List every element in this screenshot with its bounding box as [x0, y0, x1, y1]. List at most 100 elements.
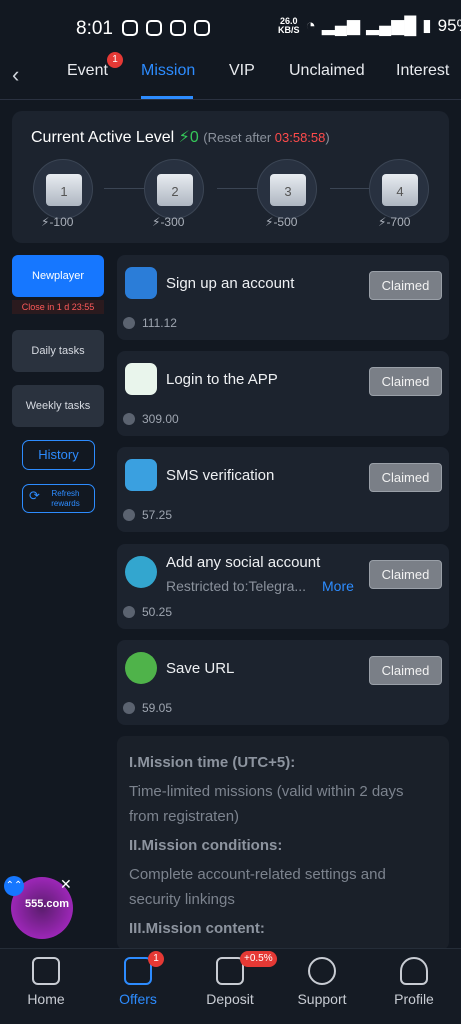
rupee-icon — [123, 317, 135, 329]
refresh-icon: ⟳ — [29, 488, 40, 503]
refresh-rewards-button[interactable]: ⟳ Refresh rewards — [22, 484, 95, 513]
tab-vip[interactable]: VIP — [229, 62, 255, 80]
chest-label: ⚡-500 — [265, 215, 298, 229]
nav-support[interactable]: Support — [287, 957, 357, 1007]
tab-event[interactable]: Event — [67, 62, 108, 80]
nav-label: Offers — [119, 991, 157, 1007]
status-time: 8:01 — [76, 18, 113, 39]
task-card: SMS verification Claimed 57.25 — [117, 447, 449, 532]
claimed-button[interactable]: Claimed — [369, 271, 442, 300]
notification-icons — [122, 20, 210, 36]
claimed-button[interactable]: Claimed — [369, 367, 442, 396]
claimed-button[interactable]: Claimed — [369, 463, 442, 492]
battery-icon: ▮ — [422, 16, 432, 35]
tab-mission[interactable]: Mission — [141, 62, 195, 80]
wifi-icon: ◔ — [305, 16, 316, 35]
promo-label: 555.com — [25, 898, 70, 910]
level-chest-1[interactable]: 1 — [33, 159, 93, 219]
task-reward: 59.05 — [142, 701, 173, 715]
task-restriction: Restricted to:Telegra... — [166, 578, 307, 594]
rupee-icon — [123, 606, 135, 618]
task-reward: 111.12 — [142, 316, 177, 330]
level-chest-3[interactable]: 3 — [257, 159, 317, 219]
battery-level: 95% — [437, 16, 461, 35]
rules-heading: III.Mission content: — [129, 920, 265, 937]
nav-label: Home — [27, 991, 65, 1007]
bottom-navigation: Home Offers 1 Deposit +0.5% Support Prof… — [0, 948, 461, 1024]
claimed-button[interactable]: Claimed — [369, 560, 442, 589]
reset-timer: 03:58:58 — [274, 130, 326, 145]
sidebar-item-weekly[interactable]: Weekly tasks — [12, 385, 104, 427]
network-speed: 26.0 KB/S — [278, 16, 300, 35]
status-right: 26.0 KB/S ◔ ▂▄▆ ▂▄▆█ ▮ 95% — [278, 16, 461, 36]
chest-icon: 4 — [382, 174, 418, 206]
phone-login-icon — [125, 363, 157, 395]
www-globe-icon — [125, 652, 157, 684]
sidebar-item-newplayer[interactable]: Newplayer — [12, 255, 104, 297]
sidebar-item-daily[interactable]: Daily tasks — [12, 330, 104, 372]
nav-home[interactable]: Home — [11, 957, 81, 1007]
offers-badge: 1 — [148, 951, 164, 967]
mission-rules: I.Mission time (UTC+5): Time-limited mis… — [117, 736, 449, 950]
close-icon[interactable]: ✕ — [60, 876, 72, 893]
level-heading: Current Active Level ⚡0 (Reset after 03:… — [31, 127, 330, 147]
nav-label: Profile — [394, 991, 434, 1007]
facebook-icon — [194, 20, 210, 36]
active-tab-indicator — [141, 96, 193, 99]
chest-label: ⚡-700 — [378, 215, 411, 229]
signal-icon: ▂▄▆ — [321, 16, 360, 35]
task-card: Sign up an account Claimed 111.12 — [117, 255, 449, 340]
task-title: Sign up an account — [166, 275, 295, 292]
shield-phone-icon — [125, 459, 157, 491]
level-chest-4[interactable]: 4 — [369, 159, 429, 219]
instagram-icon — [146, 20, 162, 36]
history-button[interactable]: History — [22, 440, 95, 470]
task-title: Login to the APP — [166, 371, 278, 388]
rules-text: Time-limited missions (valid within 2 da… — [129, 783, 404, 825]
deposit-bonus-badge: +0.5% — [240, 951, 277, 967]
headset-icon — [308, 957, 336, 985]
chest-label: ⚡-100 — [41, 215, 74, 229]
rupee-icon — [123, 413, 135, 425]
nav-label: Deposit — [206, 991, 254, 1007]
level-number: 0 — [189, 129, 199, 146]
task-card: Save URL Claimed 59.05 — [117, 640, 449, 725]
home-icon — [32, 957, 60, 985]
refresh-label: Refresh rewards — [51, 489, 80, 508]
chest-icon: 1 — [46, 174, 82, 206]
event-badge: 1 — [107, 52, 123, 68]
task-card: Add any social account Restricted to:Tel… — [117, 544, 449, 629]
level-title: Current Active Level — [31, 129, 175, 146]
nav-label: Support — [297, 991, 347, 1007]
claimed-button[interactable]: Claimed — [369, 656, 442, 685]
nav-profile[interactable]: Profile — [379, 957, 449, 1007]
level-chest-2[interactable]: 2 — [144, 159, 204, 219]
nav-offers[interactable]: Offers — [103, 957, 173, 1007]
active-level-card: Current Active Level ⚡0 (Reset after 03:… — [12, 111, 449, 243]
task-reward: 309.00 — [142, 412, 179, 426]
tab-unclaimed[interactable]: Unclaimed — [289, 62, 365, 80]
task-reward: 50.25 — [142, 605, 173, 619]
rupee-icon — [123, 509, 135, 521]
reset-info: (Reset after 03:58:58) — [203, 130, 330, 145]
rules-text: Complete account-related settings and se… — [129, 866, 386, 908]
whatsapp-icon — [122, 20, 138, 36]
rules-heading: I.Mission time (UTC+5): — [129, 754, 296, 771]
task-card: Login to the APP Claimed 309.00 — [117, 351, 449, 436]
task-title: Save URL — [166, 660, 235, 677]
double-chevron-up-icon[interactable]: ⌃⌃ — [4, 876, 24, 896]
person-icon — [400, 957, 428, 985]
task-title: SMS verification — [166, 467, 275, 484]
top-tabs: ‹ Event 1 Mission VIP Unclaimed Interest — [0, 52, 461, 100]
clipboard-check-icon — [125, 267, 157, 299]
lightning-icon: ⚡ — [178, 129, 190, 146]
status-bar: 8:01 26.0 KB/S ◔ ▂▄▆ ▂▄▆█ ▮ 95% — [0, 0, 461, 52]
chest-label: ⚡-300 — [152, 215, 185, 229]
back-arrow-icon[interactable]: ‹ — [12, 62, 19, 88]
tab-interest[interactable]: Interest — [396, 62, 449, 80]
task-reward: 57.25 — [142, 508, 173, 522]
rules-heading: II.Mission conditions: — [129, 837, 283, 854]
close-countdown: Close in 1 d 23:55 — [12, 300, 104, 314]
more-link[interactable]: More — [322, 578, 354, 594]
instagram-icon — [170, 20, 186, 36]
